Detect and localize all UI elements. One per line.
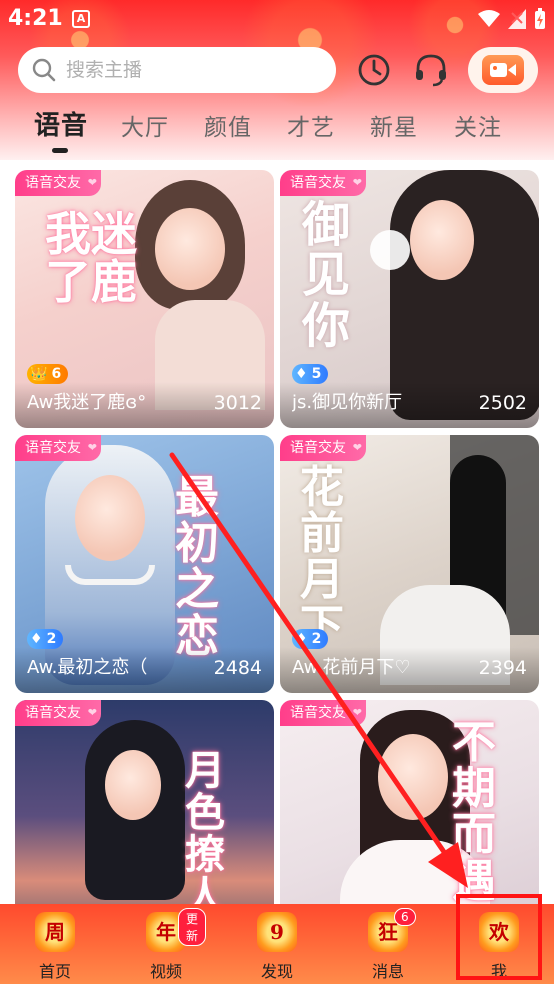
room-name: js.御见你新厅	[292, 392, 403, 413]
room-grid: 我迷了鹿 语音交友 👑6 Aw我迷了鹿ɞ° 3012 御见你 语音交友 ♦5 j…	[0, 160, 554, 904]
tab-looks[interactable]: 颜值	[204, 108, 252, 142]
room-viewer-count: 2394	[478, 657, 527, 679]
diamond-icon: ♦	[295, 631, 308, 647]
room-calligraphy: 我迷了鹿	[45, 207, 137, 310]
room-viewer-count: 3012	[213, 392, 262, 414]
room-calligraphy: 月色撩人	[185, 747, 225, 905]
tab-talent[interactable]: 才艺	[287, 108, 335, 142]
signal-icon	[508, 9, 526, 29]
wifi-icon	[478, 10, 500, 27]
room-level-badge: ♦ 5	[292, 364, 329, 384]
room-card[interactable]: 不期而遇 语音交友	[280, 700, 539, 904]
diamond-icon: ♦	[30, 631, 43, 647]
header: 4:21 A 语音 大厅 颜值 才艺 新星 关注	[0, 0, 554, 160]
room-level-badge: 👑 6	[27, 364, 69, 384]
room-name: Aw.最初之恋（	[27, 657, 148, 678]
go-live-button[interactable]	[468, 47, 538, 93]
nav-label: 首页	[38, 962, 71, 981]
nav-messages[interactable]: 狂 6 消息	[348, 908, 428, 982]
tab-new-star[interactable]: 新星	[370, 108, 418, 142]
room-level: 2	[311, 631, 322, 647]
nav-discover[interactable]: 9 发现	[237, 912, 317, 982]
headset-icon[interactable]	[413, 52, 449, 88]
nav-label: 视频	[149, 962, 182, 981]
highlight-box	[456, 894, 542, 980]
app-notification-icon: A	[72, 10, 90, 28]
update-badge: 更新	[178, 908, 206, 946]
room-level: 6	[51, 366, 62, 382]
room-tag: 语音交友	[280, 170, 366, 196]
room-tag: 语音交友	[280, 700, 366, 726]
tab-voice[interactable]: 语音	[34, 105, 88, 142]
discover-festive-icon: 9	[257, 912, 297, 952]
room-name: Aw.花前月下♡	[292, 657, 411, 678]
room-calligraphy: 最初之恋	[175, 472, 219, 662]
tab-hall[interactable]: 大厅	[121, 108, 169, 142]
category-tabs: 语音 大厅 颜值 才艺 新星 关注	[0, 108, 554, 152]
live-camera-icon	[482, 55, 524, 85]
room-tag: 语音交友	[15, 700, 101, 726]
room-calligraphy: 御见你	[302, 197, 351, 354]
battery-icon	[535, 8, 545, 29]
room-level-badge: ♦ 2	[27, 629, 64, 649]
nav-label: 消息	[371, 962, 404, 981]
room-tag: 语音交友	[280, 435, 366, 461]
nav-label: 发现	[260, 962, 293, 981]
crown-icon: 👑	[30, 366, 48, 382]
system-icons	[478, 8, 546, 30]
unread-count-badge: 6	[394, 908, 416, 926]
room-viewer-count: 2484	[213, 657, 262, 679]
tab-following[interactable]: 关注	[454, 108, 502, 142]
history-clock-icon[interactable]	[356, 52, 392, 88]
room-calligraphy: 不期而遇	[452, 717, 496, 904]
status-bar: 4:21 A	[0, 0, 554, 40]
search-input[interactable]	[66, 59, 306, 81]
room-level: 2	[46, 631, 57, 647]
nav-home[interactable]: 周 首页	[15, 912, 95, 982]
diamond-icon: ♦	[295, 366, 308, 382]
room-viewer-count: 2502	[478, 392, 527, 414]
room-card[interactable]: 我迷了鹿 语音交友 👑6 Aw我迷了鹿ɞ° 3012	[15, 170, 274, 428]
search-bar[interactable]	[18, 47, 336, 93]
room-tag: 语音交友	[15, 170, 101, 196]
search-icon	[32, 58, 56, 82]
room-name: Aw我迷了鹿ɞ°	[27, 392, 147, 413]
room-level: 5	[311, 366, 322, 382]
room-calligraphy: 花前月下	[300, 462, 344, 652]
room-tag: 语音交友	[15, 435, 101, 461]
room-card[interactable]: 御见你 语音交友 ♦5 js.御见你新厅 2502	[280, 170, 539, 428]
home-festive-icon: 周	[35, 912, 75, 952]
status-time: 4:21	[8, 6, 63, 31]
room-card[interactable]: 月色撩人 语音交友 ♥4	[15, 700, 274, 904]
room-card[interactable]: 花前月下 语音交友 ♦2 Aw.花前月下♡ 2394	[280, 435, 539, 693]
active-tab-indicator	[52, 148, 68, 153]
room-level-badge: ♦ 2	[292, 629, 329, 649]
nav-video[interactable]: 年 更新 视频	[126, 908, 206, 982]
room-card[interactable]: 最初之恋 语音交友 ♦2 Aw.最初之恋（ 2484	[15, 435, 274, 693]
